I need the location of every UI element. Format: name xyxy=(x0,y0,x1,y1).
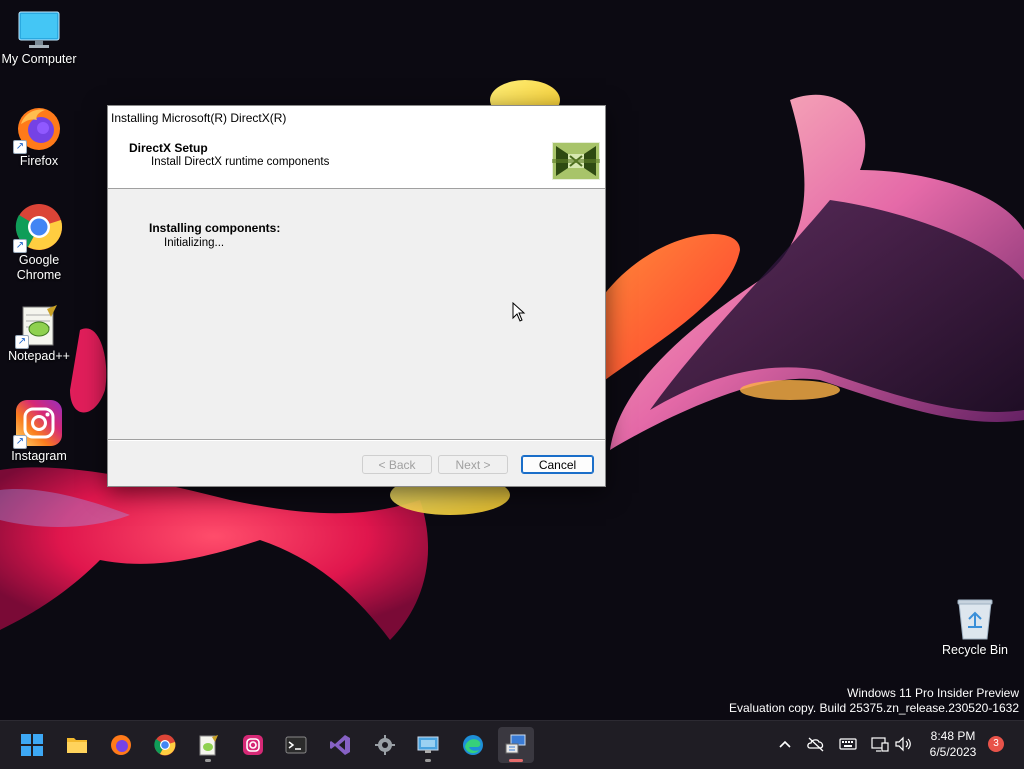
directx-setup-icon xyxy=(505,734,526,754)
header-subtitle: Install DirectX runtime components xyxy=(151,156,330,168)
desktop-icon-my-computer[interactable]: My Computer xyxy=(0,10,79,67)
clock-date: 6/5/2023 xyxy=(929,745,977,759)
edge-icon xyxy=(463,735,483,755)
taskbar-visual-studio[interactable] xyxy=(322,727,358,763)
settings-icon xyxy=(375,735,395,755)
taskbar-firefox[interactable] xyxy=(103,727,139,763)
running-indicator xyxy=(425,759,431,762)
desktop-icon-google-chrome[interactable]: ↗ Google Chrome xyxy=(0,203,79,283)
mouse-cursor-icon xyxy=(512,302,526,322)
status-title: Installing components: xyxy=(149,221,281,235)
desktop-icon-notepad-plus-plus[interactable]: ↗ Notepad++ xyxy=(0,303,79,364)
desktop-icon-firefox[interactable]: ↗ Firefox xyxy=(0,104,79,169)
cancel-button[interactable]: Cancel xyxy=(521,455,594,474)
clock-time: 8:48 PM xyxy=(930,729,976,743)
back-button[interactable]: < Back xyxy=(362,455,432,474)
instagram-icon xyxy=(243,735,263,755)
dialog-title: Installing Microsoft(R) DirectX(R) xyxy=(111,111,287,125)
taskbar-instagram[interactable] xyxy=(235,727,271,763)
start-button[interactable] xyxy=(14,727,50,763)
remote-desktop-icon xyxy=(417,736,439,753)
shortcut-arrow-icon: ↗ xyxy=(13,239,27,253)
keyboard-icon[interactable] xyxy=(838,734,858,754)
desktop-icon-label: Notepad++ xyxy=(8,349,70,363)
desktop-icon-label: Instagram xyxy=(11,449,67,463)
instagram-icon: ↗ xyxy=(13,399,63,449)
dialog-titlebar[interactable]: Installing Microsoft(R) DirectX(R) xyxy=(108,106,605,130)
taskbar-file-explorer[interactable] xyxy=(59,727,95,763)
desktop-icon-recycle-bin[interactable]: Recycle Bin xyxy=(935,597,1015,658)
desktop-icon-label: Chrome xyxy=(16,268,62,282)
taskbar-chrome[interactable] xyxy=(147,727,183,763)
desktop-icon-label: Recycle Bin xyxy=(942,643,1008,657)
desktop-icon-label: My Computer xyxy=(1,52,77,66)
notepad-plus-plus-icon xyxy=(199,735,218,756)
directx-logo-icon xyxy=(552,142,600,180)
shortcut-arrow-icon: ↗ xyxy=(15,335,29,349)
monitor-icon xyxy=(17,10,61,50)
shortcut-arrow-icon: ↗ xyxy=(13,140,27,154)
watermark-line-1: Windows 11 Pro Insider Preview xyxy=(847,686,1019,700)
taskbar-terminal[interactable] xyxy=(278,727,314,763)
taskbar-notepad-plus-plus[interactable] xyxy=(190,727,226,763)
recycle-bin-icon xyxy=(955,597,995,641)
taskbar-settings[interactable] xyxy=(367,727,403,763)
status-detail: Initializing... xyxy=(164,237,225,249)
taskbar-edge[interactable] xyxy=(455,727,491,763)
header-title: DirectX Setup xyxy=(129,141,208,155)
shortcut-arrow-icon: ↗ xyxy=(13,435,27,449)
desktop-icon-label: Firefox xyxy=(19,154,59,168)
taskbar xyxy=(0,720,1024,769)
firefox-icon xyxy=(111,735,131,755)
chrome-icon xyxy=(154,734,176,756)
system-clock[interactable]: 8:48 PM 6/5/2023 xyxy=(920,728,986,760)
running-indicator xyxy=(205,759,211,762)
chrome-icon: ↗ xyxy=(13,203,63,253)
footer-divider xyxy=(108,439,605,441)
dialog-header: DirectX Setup Install DirectX runtime co… xyxy=(108,130,605,189)
taskbar-directx-setup[interactable] xyxy=(498,727,534,763)
desktop-icon-instagram[interactable]: ↗ Instagram xyxy=(0,399,79,464)
desktop-icon-label: Google xyxy=(18,253,60,267)
onedrive-offline-icon[interactable] xyxy=(806,734,826,754)
chevron-up-icon[interactable] xyxy=(775,734,795,754)
next-button[interactable]: Next > xyxy=(438,455,508,474)
watermark-line-2: Evaluation copy. Build 25375.zn_release.… xyxy=(729,701,1019,715)
volume-icon[interactable] xyxy=(893,734,913,754)
taskbar-remote-desktop[interactable] xyxy=(410,727,446,763)
notepad-plus-plus-icon: ↗ xyxy=(15,303,61,349)
terminal-icon xyxy=(285,736,307,754)
evaluation-watermark: Windows 11 Pro Insider Preview Evaluatio… xyxy=(729,686,1019,716)
network-icon[interactable] xyxy=(870,734,890,754)
firefox-icon: ↗ xyxy=(13,104,63,154)
active-indicator xyxy=(509,759,523,762)
notification-badge[interactable]: 3 xyxy=(988,736,1004,752)
directx-setup-dialog: Installing Microsoft(R) DirectX(R) Direc… xyxy=(107,105,606,487)
visual-studio-icon xyxy=(330,735,350,755)
file-explorer-icon xyxy=(67,738,87,753)
start-icon xyxy=(21,734,43,756)
